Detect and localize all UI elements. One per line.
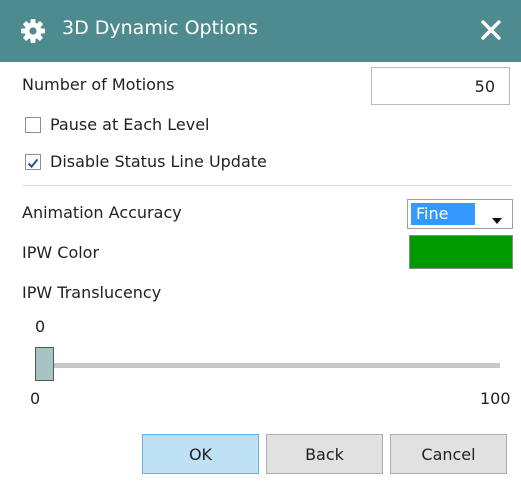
translucency-current-value: 0 — [35, 317, 46, 336]
title-bar[interactable]: 3D Dynamic Options — [0, 0, 521, 62]
chevron-down-icon — [491, 210, 503, 229]
cancel-button[interactable]: Cancel — [390, 434, 507, 474]
accuracy-selected-value: Fine — [411, 203, 475, 225]
disable-status-label: Disable Status Line Update — [50, 152, 267, 171]
close-icon[interactable] — [473, 12, 509, 48]
pause-label: Pause at Each Level — [50, 115, 210, 134]
disable-status-checkbox[interactable] — [25, 154, 41, 170]
checkmark-icon — [27, 158, 39, 169]
translucency-slider-track[interactable] — [45, 363, 500, 368]
ipw-color-swatch[interactable] — [409, 235, 513, 269]
dialog-title: 3D Dynamic Options — [62, 17, 258, 39]
dialog-3d-dynamic-options: 3D Dynamic Options Number of Motions Pau… — [0, 0, 521, 485]
motions-label: Number of Motions — [22, 75, 175, 94]
motions-input[interactable] — [371, 67, 510, 105]
ok-button[interactable]: OK — [142, 434, 259, 474]
ipw-color-label: IPW Color — [22, 243, 100, 262]
gear-icon — [20, 18, 46, 44]
accuracy-label: Animation Accuracy — [22, 203, 182, 222]
translucency-slider-thumb[interactable] — [35, 347, 54, 381]
translucency-label: IPW Translucency — [22, 283, 162, 302]
accuracy-select[interactable]: Fine — [407, 199, 513, 229]
divider — [22, 185, 512, 186]
pause-checkbox[interactable] — [25, 117, 41, 133]
slider-min-label: 0 — [30, 389, 41, 408]
slider-max-label: 100 — [480, 389, 511, 408]
back-button[interactable]: Back — [266, 434, 383, 474]
